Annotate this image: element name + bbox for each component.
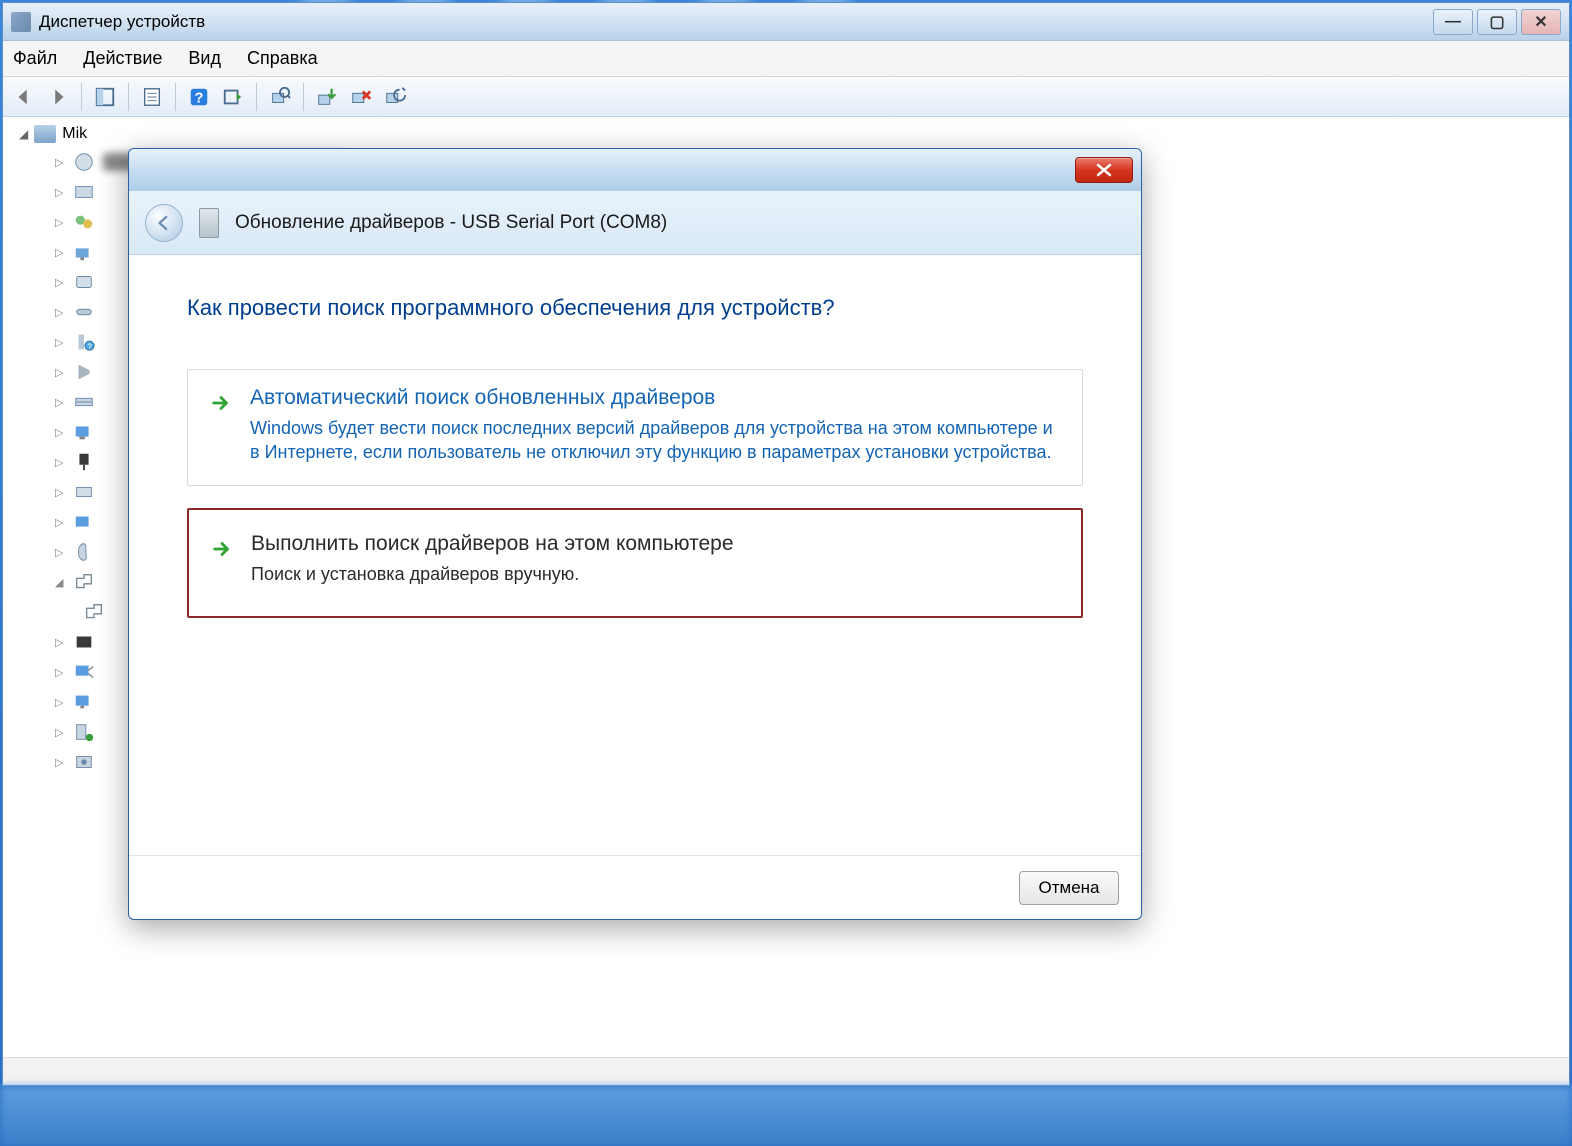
menu-file[interactable]: Файл	[13, 48, 57, 69]
svg-text:?: ?	[87, 342, 92, 351]
uninstall-button[interactable]	[346, 82, 376, 112]
menu-view[interactable]: Вид	[188, 48, 221, 69]
option-desc: Поиск и установка драйверов вручную.	[251, 562, 1059, 586]
nav-forward-button[interactable]	[43, 82, 73, 112]
dialog-question: Как провести поиск программного обеспече…	[187, 295, 1083, 321]
dialog-close-button[interactable]	[1075, 157, 1133, 183]
statusbar	[3, 1057, 1569, 1085]
taskbar	[0, 1086, 1572, 1146]
option-browse-computer[interactable]: Выполнить поиск драйверов на этом компью…	[187, 508, 1083, 618]
menu-help[interactable]: Справка	[247, 48, 318, 69]
show-hide-tree-button[interactable]	[90, 82, 120, 112]
window-title: Диспетчер устройств	[39, 12, 205, 32]
minimize-button[interactable]: —	[1433, 9, 1473, 35]
svg-text:?: ?	[195, 90, 204, 106]
option-title: Автоматический поиск обновленных драйвер…	[250, 386, 1060, 410]
arrow-right-icon	[210, 386, 234, 465]
update-driver-button[interactable]	[312, 82, 342, 112]
tree-root[interactable]: ◢ Mik	[7, 125, 1565, 143]
nav-back-button[interactable]	[9, 82, 39, 112]
device-icon	[199, 208, 219, 238]
option-title: Выполнить поиск драйверов на этом компью…	[251, 532, 1059, 556]
back-button[interactable]	[145, 204, 183, 242]
dialog-footer: Отмена	[129, 855, 1141, 919]
root-label: Mik	[62, 125, 87, 143]
update-driver-dialog: Обновление драйверов - USB Serial Port (…	[128, 148, 1142, 920]
dialog-header: Обновление драйверов - USB Serial Port (…	[129, 191, 1141, 255]
cancel-label: Отмена	[1039, 878, 1100, 898]
close-button[interactable]: ✕	[1521, 9, 1561, 35]
action-button[interactable]	[218, 82, 248, 112]
titlebar: Диспетчер устройств — ▢ ✕	[3, 3, 1569, 41]
scan-hardware-button[interactable]	[265, 82, 295, 112]
disable-button[interactable]	[380, 82, 410, 112]
menubar: Файл Действие Вид Справка	[3, 41, 1569, 77]
properties-button[interactable]	[137, 82, 167, 112]
option-auto-search[interactable]: Автоматический поиск обновленных драйвер…	[187, 369, 1083, 486]
computer-icon	[34, 125, 56, 143]
menu-action[interactable]: Действие	[83, 48, 162, 69]
dialog-title: Обновление драйверов - USB Serial Port (…	[235, 212, 667, 234]
app-icon	[11, 12, 31, 32]
help-button[interactable]: ?	[184, 82, 214, 112]
option-desc: Windows будет вести поиск последних верс…	[250, 416, 1060, 465]
dialog-body: Как провести поиск программного обеспече…	[129, 255, 1141, 855]
dialog-titlebar	[129, 149, 1141, 191]
arrow-right-icon	[211, 532, 235, 586]
expand-arrow-icon: ◢	[19, 127, 28, 141]
cancel-button[interactable]: Отмена	[1019, 871, 1119, 905]
toolbar: ?	[3, 77, 1569, 117]
maximize-button[interactable]: ▢	[1477, 9, 1517, 35]
